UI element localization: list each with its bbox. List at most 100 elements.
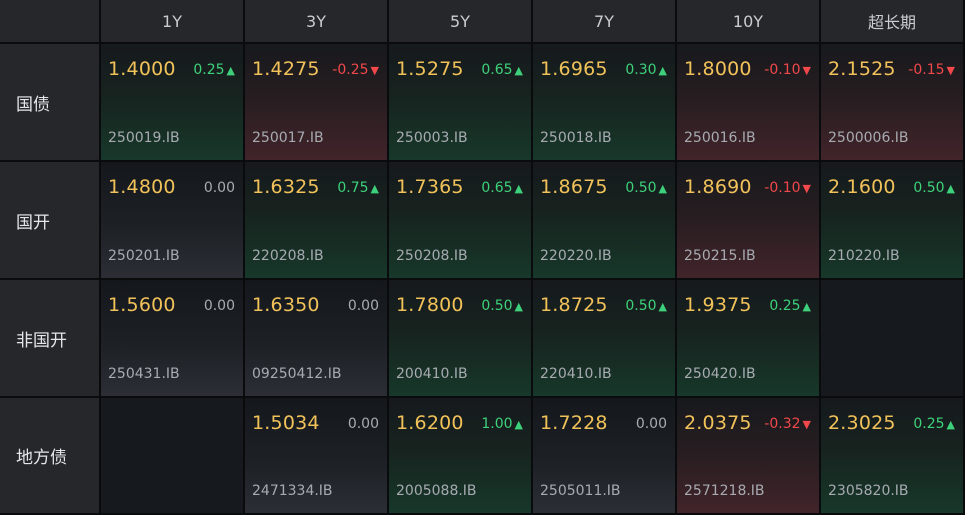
row-header-0: 国债 bbox=[0, 44, 101, 162]
arrow-up-icon: ▲ bbox=[946, 181, 955, 195]
yield-value: 1.5275 bbox=[396, 58, 464, 80]
yield-value: 1.8725 bbox=[540, 294, 608, 316]
change-indicator: 0.50 ▲ bbox=[625, 180, 667, 196]
yield-cell[interactable]: 2.1525 -0.15 ▼ 2500006.IB bbox=[821, 44, 965, 162]
bond-code: 2571218.IB bbox=[684, 483, 765, 499]
change-value: 0.75 bbox=[337, 180, 369, 196]
yield-value: 1.4275 bbox=[252, 58, 320, 80]
yield-cell[interactable]: 1.8725 0.50 ▲ 220410.IB bbox=[533, 280, 677, 398]
yield-cell[interactable]: 1.4000 0.25 ▲ 250019.IB bbox=[101, 44, 245, 162]
yield-value: 2.3025 bbox=[828, 412, 896, 434]
yield-value: 2.1600 bbox=[828, 176, 896, 198]
bond-code: 2005088.IB bbox=[396, 483, 477, 499]
yield-cell[interactable]: 2.0375 -0.32 ▼ 2571218.IB bbox=[677, 398, 821, 515]
yield-value: 1.6350 bbox=[252, 294, 320, 316]
arrow-up-icon: ▲ bbox=[658, 63, 667, 77]
change-value: 0.50 bbox=[625, 180, 657, 196]
change-indicator: -0.25 ▼ bbox=[332, 62, 379, 78]
arrow-down-icon: ▼ bbox=[802, 63, 811, 77]
yield-cell[interactable]: 1.6965 0.30 ▲ 250018.IB bbox=[533, 44, 677, 162]
change-indicator: 0.00 bbox=[204, 180, 235, 196]
change-indicator: 0.30 ▲ bbox=[625, 62, 667, 78]
arrow-up-icon: ▲ bbox=[514, 299, 523, 313]
column-header-3: 7Y bbox=[533, 0, 677, 44]
empty-cell bbox=[821, 280, 965, 398]
yield-value: 1.6325 bbox=[252, 176, 320, 198]
bond-code: 200410.IB bbox=[396, 366, 468, 382]
change-value: -0.15 bbox=[908, 62, 945, 78]
yield-value: 1.4000 bbox=[108, 58, 176, 80]
yield-cell[interactable]: 1.6200 1.00 ▲ 2005088.IB bbox=[389, 398, 533, 515]
yield-value: 1.8675 bbox=[540, 176, 608, 198]
bond-code: 250016.IB bbox=[684, 130, 756, 146]
yield-cell[interactable]: 1.6325 0.75 ▲ 220208.IB bbox=[245, 162, 389, 280]
yield-cell[interactable]: 2.3025 0.25 ▲ 2305820.IB bbox=[821, 398, 965, 515]
change-value: 0.30 bbox=[625, 62, 657, 78]
yield-value: 2.0375 bbox=[684, 412, 752, 434]
yield-value: 1.5600 bbox=[108, 294, 176, 316]
yield-cell[interactable]: 1.8000 -0.10 ▼ 250016.IB bbox=[677, 44, 821, 162]
change-indicator: 0.00 bbox=[348, 416, 379, 432]
yield-value: 2.1525 bbox=[828, 58, 896, 80]
bond-code: 250018.IB bbox=[540, 130, 612, 146]
change-value: 0.50 bbox=[625, 298, 657, 314]
bond-code: 250003.IB bbox=[396, 130, 468, 146]
bond-code: 250215.IB bbox=[684, 248, 756, 264]
yield-cell[interactable]: 2.1600 0.50 ▲ 210220.IB bbox=[821, 162, 965, 280]
bond-code: 2500006.IB bbox=[828, 130, 909, 146]
change-indicator: 0.25 ▲ bbox=[193, 62, 235, 78]
change-value: -0.25 bbox=[332, 62, 369, 78]
bond-code: 250201.IB bbox=[108, 248, 180, 264]
yield-value: 1.7365 bbox=[396, 176, 464, 198]
bond-code: 220220.IB bbox=[540, 248, 612, 264]
bond-code: 2505011.IB bbox=[540, 483, 621, 499]
yield-cell[interactable]: 1.5034 0.00 2471334.IB bbox=[245, 398, 389, 515]
arrow-down-icon: ▼ bbox=[946, 63, 955, 77]
change-value: 0.50 bbox=[913, 180, 945, 196]
yield-cell[interactable]: 1.4800 0.00 250201.IB bbox=[101, 162, 245, 280]
change-value: -0.10 bbox=[764, 180, 801, 196]
yield-cell[interactable]: 1.6350 0.00 09250412.IB bbox=[245, 280, 389, 398]
bond-code: 250420.IB bbox=[684, 366, 756, 382]
change-value: 0.00 bbox=[347, 298, 379, 314]
column-header-4: 10Y bbox=[677, 0, 821, 44]
change-indicator: 0.50 ▲ bbox=[481, 298, 523, 314]
yield-cell[interactable]: 1.7365 0.65 ▲ 250208.IB bbox=[389, 162, 533, 280]
bond-code: 250019.IB bbox=[108, 130, 180, 146]
arrow-up-icon: ▲ bbox=[658, 181, 667, 195]
change-indicator: 0.65 ▲ bbox=[481, 62, 523, 78]
change-value: 0.00 bbox=[203, 298, 235, 314]
yield-cell[interactable]: 1.8675 0.50 ▲ 220220.IB bbox=[533, 162, 677, 280]
change-value: 0.25 bbox=[913, 416, 945, 432]
yield-cell[interactable]: 1.7228 0.00 2505011.IB bbox=[533, 398, 677, 515]
change-indicator: 1.00 ▲ bbox=[481, 416, 523, 432]
change-indicator: 0.00 bbox=[636, 416, 667, 432]
arrow-up-icon: ▲ bbox=[658, 299, 667, 313]
change-indicator: 0.75 ▲ bbox=[337, 180, 379, 196]
change-indicator: -0.32 ▼ bbox=[764, 416, 811, 432]
change-value: 1.00 bbox=[481, 416, 513, 432]
yield-cell[interactable]: 1.4275 -0.25 ▼ 250017.IB bbox=[245, 44, 389, 162]
column-header-0: 1Y bbox=[101, 0, 245, 44]
row-header-2: 非国开 bbox=[0, 280, 101, 398]
yield-cell[interactable]: 1.5600 0.00 250431.IB bbox=[101, 280, 245, 398]
yield-value: 1.7800 bbox=[396, 294, 464, 316]
change-indicator: -0.10 ▼ bbox=[764, 180, 811, 196]
bond-code: 210220.IB bbox=[828, 248, 900, 264]
change-value: 0.65 bbox=[481, 180, 513, 196]
arrow-up-icon: ▲ bbox=[226, 63, 235, 77]
yield-value: 1.6965 bbox=[540, 58, 608, 80]
yield-cell[interactable]: 1.8690 -0.10 ▼ 250215.IB bbox=[677, 162, 821, 280]
yield-value: 1.5034 bbox=[252, 412, 320, 434]
arrow-up-icon: ▲ bbox=[370, 181, 379, 195]
row-header-1: 国开 bbox=[0, 162, 101, 280]
yield-cell[interactable]: 1.7800 0.50 ▲ 200410.IB bbox=[389, 280, 533, 398]
bond-yield-matrix: 1Y 3Y 5Y 7Y 10Y 超长期 国债 1.4000 0.25 ▲ 250019.IB 1.42… bbox=[0, 0, 965, 515]
yield-cell[interactable]: 1.9375 0.25 ▲ 250420.IB bbox=[677, 280, 821, 398]
arrow-up-icon: ▲ bbox=[946, 417, 955, 431]
column-header-1: 3Y bbox=[245, 0, 389, 44]
bond-code: 250208.IB bbox=[396, 248, 468, 264]
yield-cell[interactable]: 1.5275 0.65 ▲ 250003.IB bbox=[389, 44, 533, 162]
yield-value: 1.6200 bbox=[396, 412, 464, 434]
change-indicator: 0.25 ▲ bbox=[769, 298, 811, 314]
